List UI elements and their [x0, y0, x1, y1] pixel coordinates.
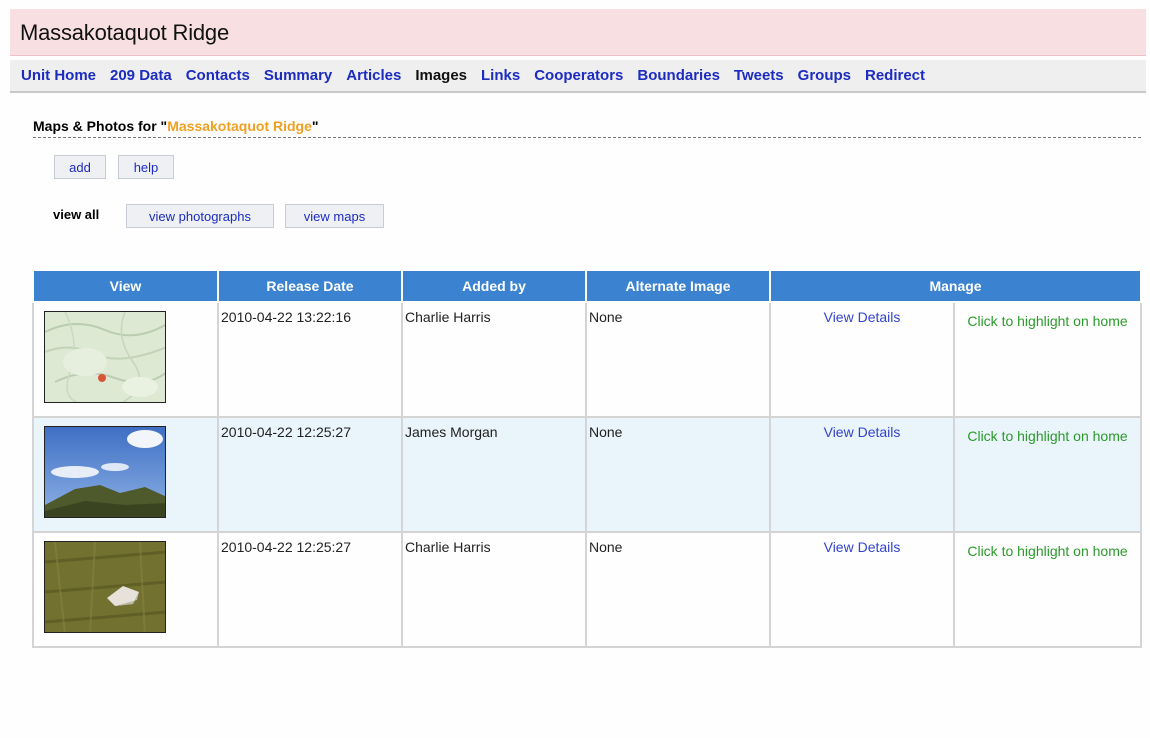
table-header-row: View Release Date Added by Alternate Ima…: [32, 271, 1142, 303]
add-button[interactable]: add: [54, 155, 106, 179]
view-photographs-button[interactable]: view photographs: [126, 204, 274, 228]
alternate-image-cell: None: [585, 531, 771, 648]
section-heading: Maps & Photos for "Massakotaquot Ridge": [33, 118, 1141, 138]
highlight-cell: Click to highlight on home: [953, 301, 1142, 418]
highlight-on-home-link[interactable]: Click to highlight on home: [955, 539, 1140, 563]
heading-prefix: Maps & Photos for ": [33, 118, 168, 134]
table-row: 2010-04-22 12:25:27 James Morgan None Vi…: [32, 416, 1142, 533]
header-manage: Manage: [769, 271, 1142, 303]
highlight-cell: Click to highlight on home: [953, 416, 1142, 533]
view-details-link[interactable]: View Details: [824, 424, 901, 440]
header-added-by: Added by: [401, 271, 587, 303]
nav-item-articles[interactable]: Articles: [346, 67, 401, 84]
view-details-link[interactable]: View Details: [824, 539, 901, 555]
page-header: Massakotaquot Ridge: [10, 9, 1146, 56]
table-row: 2010-04-22 13:22:16 Charlie Harris None …: [32, 301, 1142, 418]
view-all-label: view all: [53, 207, 100, 222]
rock-photo-thumbnail[interactable]: [44, 541, 166, 633]
nav-item-groups[interactable]: Groups: [798, 67, 851, 84]
header-alternate-image: Alternate Image: [585, 271, 771, 303]
highlight-on-home-link[interactable]: Click to highlight on home: [955, 424, 1140, 448]
unit-name: Massakotaquot Ridge: [167, 118, 312, 134]
release-date-cell: 2010-04-22 12:25:27: [217, 531, 403, 648]
highlight-cell: Click to highlight on home: [953, 531, 1142, 648]
alternate-image-cell: None: [585, 416, 771, 533]
thumb-cell: [32, 301, 219, 418]
highlight-on-home-link[interactable]: Click to highlight on home: [955, 309, 1140, 333]
nav-item-tweets[interactable]: Tweets: [734, 67, 784, 84]
added-by-cell: James Morgan: [401, 416, 587, 533]
view-details-link[interactable]: View Details: [824, 309, 901, 325]
nav-item-cooperators[interactable]: Cooperators: [534, 67, 623, 84]
release-date-cell: 2010-04-22 12:25:27: [217, 416, 403, 533]
nav-item-209-data[interactable]: 209 Data: [110, 67, 172, 84]
nav-item-contacts[interactable]: Contacts: [186, 67, 250, 84]
page-title: Massakotaquot Ridge: [20, 20, 229, 45]
details-cell: View Details: [769, 301, 955, 418]
nav-item-redirect[interactable]: Redirect: [865, 67, 925, 84]
details-cell: View Details: [769, 531, 955, 648]
added-by-cell: Charlie Harris: [401, 301, 587, 418]
nav-item-summary[interactable]: Summary: [264, 67, 332, 84]
view-maps-button[interactable]: view maps: [285, 204, 384, 228]
nav-item-unit-home[interactable]: Unit Home: [21, 67, 96, 84]
header-release-date: Release Date: [217, 271, 403, 303]
details-cell: View Details: [769, 416, 955, 533]
help-button[interactable]: help: [118, 155, 174, 179]
added-by-cell: Charlie Harris: [401, 531, 587, 648]
release-date-cell: 2010-04-22 13:22:16: [217, 301, 403, 418]
ridge-photo-thumbnail[interactable]: [44, 426, 166, 518]
thumb-cell: [32, 531, 219, 648]
nav-item-images[interactable]: Images: [415, 67, 467, 84]
alternate-image-cell: None: [585, 301, 771, 418]
map-thumbnail[interactable]: [44, 311, 166, 403]
table-row: 2010-04-22 12:25:27 Charlie Harris None …: [32, 531, 1142, 648]
nav-bar: Unit Home 209 Data Contacts Summary Arti…: [10, 60, 1146, 93]
heading-suffix: ": [311, 118, 319, 134]
thumb-cell: [32, 416, 219, 533]
images-table: View Release Date Added by Alternate Ima…: [32, 271, 1142, 648]
header-view: View: [32, 271, 219, 303]
nav-item-boundaries[interactable]: Boundaries: [637, 67, 720, 84]
nav-item-links[interactable]: Links: [481, 67, 520, 84]
